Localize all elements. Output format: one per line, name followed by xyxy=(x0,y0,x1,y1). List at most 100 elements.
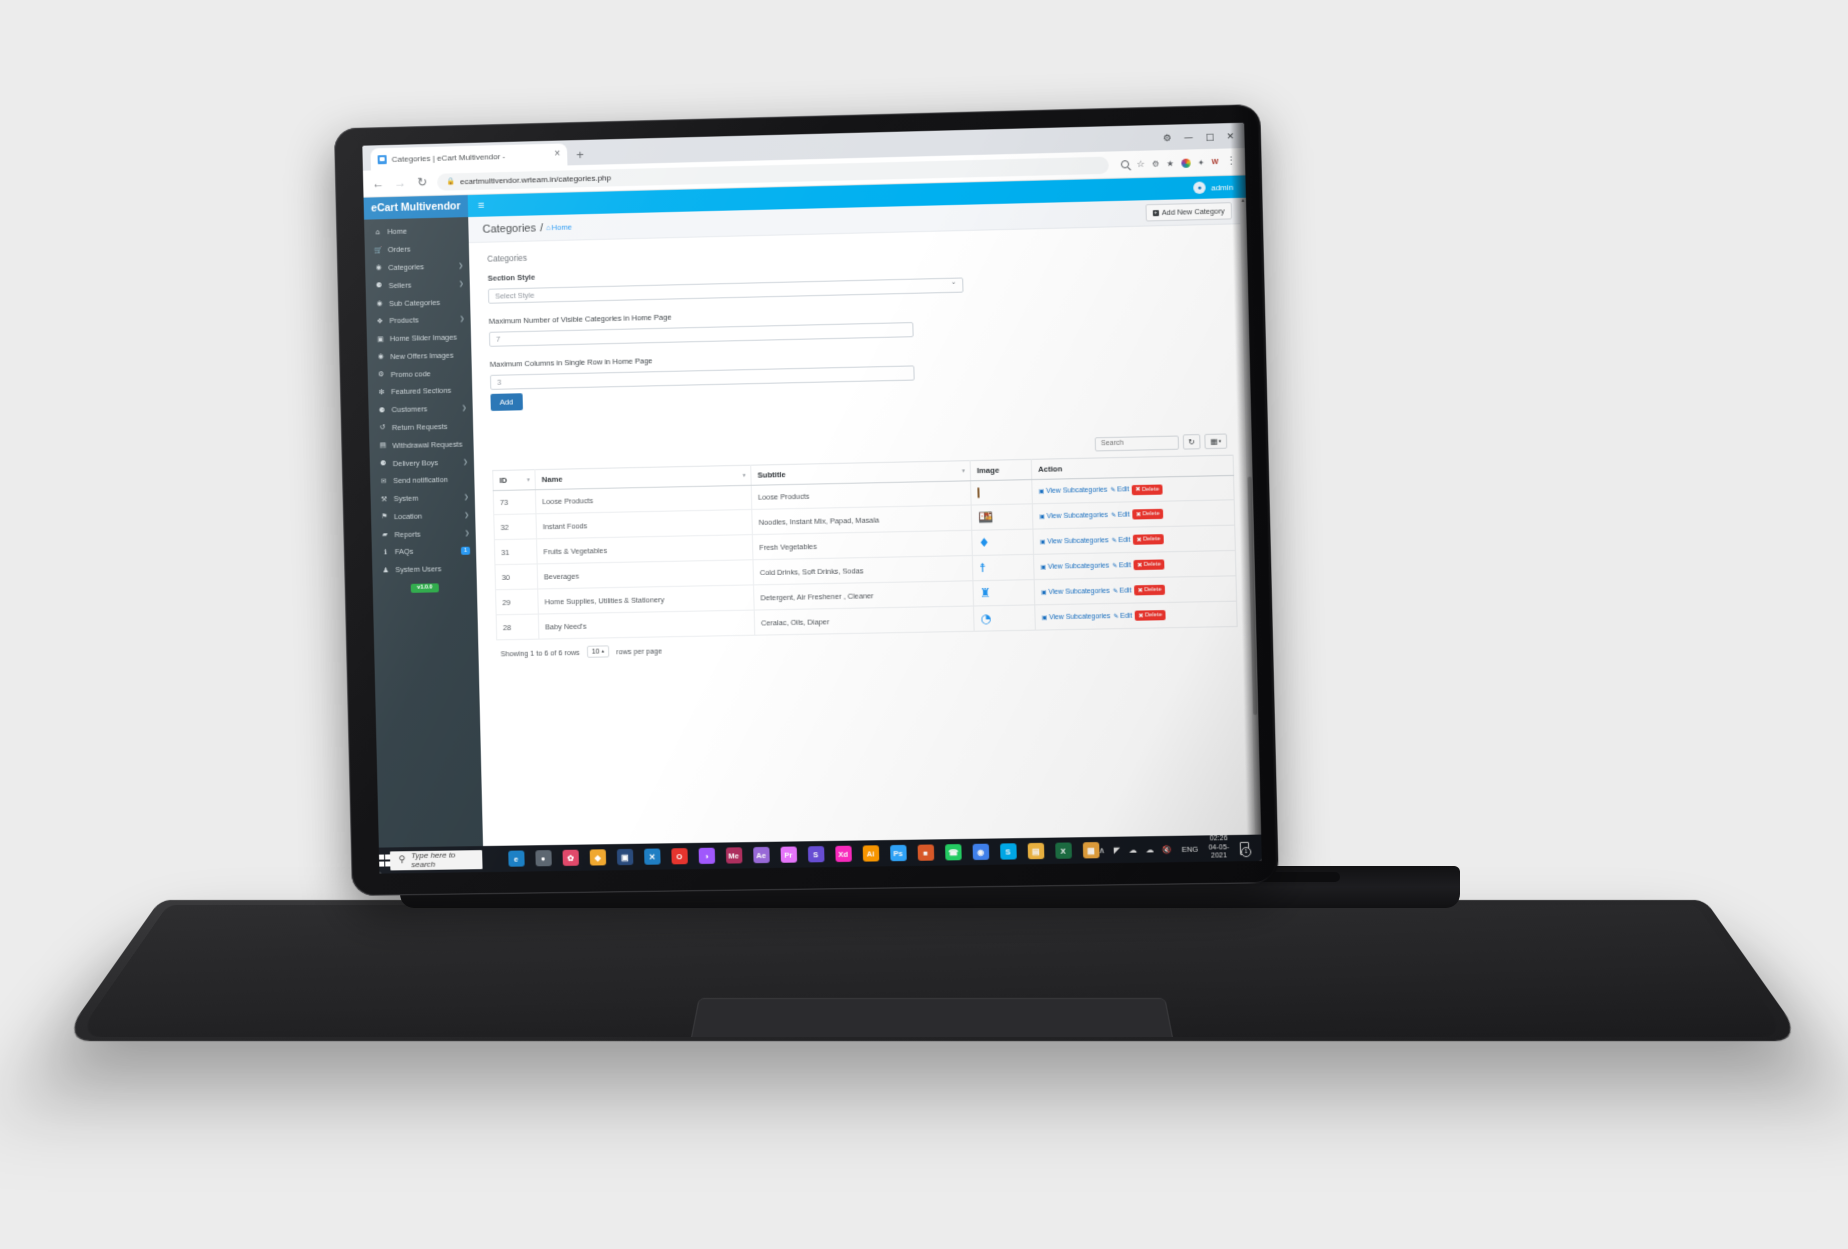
sidebar-item-system[interactable]: ⚒ System ❯ xyxy=(370,488,475,508)
view-subcategories-link[interactable]: ▣ View Subcategories xyxy=(1041,587,1110,595)
chevron-up-icon[interactable]: ∧ xyxy=(1099,846,1105,855)
profile-icon[interactable] xyxy=(1180,158,1191,168)
sidebar-item-withdrawal-requests[interactable]: ▤ Withdrawal Requests xyxy=(369,435,474,455)
delete-button[interactable]: ✖ Delete xyxy=(1133,559,1165,571)
delete-button[interactable]: ✖ Delete xyxy=(1132,508,1163,520)
sidebar-item-new-offers-images[interactable]: ◉ New Offers Images xyxy=(367,346,472,366)
app-brand[interactable]: eCart Multivendor xyxy=(363,195,469,220)
volume-icon[interactable]: 🔇 xyxy=(1163,845,1173,854)
taskbar-app-illustrator[interactable]: Ai xyxy=(862,845,879,862)
cloud-icon[interactable]: ☁ xyxy=(1146,845,1154,854)
taskbar-app-steam[interactable]: ● xyxy=(534,850,552,867)
taskbar-search[interactable]: ⚲ Type here to search xyxy=(390,849,483,870)
bookmark-star-icon[interactable]: ☆ xyxy=(1136,159,1145,169)
sidebar-item-faqs[interactable]: ℹ FAQs 1 xyxy=(372,542,477,562)
taskbar-app-toolbox[interactable]: ■ xyxy=(917,844,934,861)
menu-kebab-icon[interactable]: ⋮ xyxy=(1225,155,1237,167)
taskbar-app-explorer[interactable]: ▤ xyxy=(1027,842,1044,860)
edit-link[interactable]: ✎ Edit xyxy=(1113,587,1132,594)
sidebar-item-delivery-boys[interactable]: ⚈ Delivery Boys ❯ xyxy=(370,453,475,473)
sidebar-item-label: New Offers Images xyxy=(390,350,454,361)
table-header-label: Action xyxy=(1038,464,1063,474)
max-columns-input[interactable] xyxy=(489,365,915,390)
settings-icon[interactable]: ⚙ xyxy=(1163,134,1172,144)
start-button[interactable] xyxy=(379,854,391,867)
taskbar-app-chrome[interactable]: ◉ xyxy=(972,843,989,861)
edit-link[interactable]: ✎ Edit xyxy=(1111,511,1130,518)
taskbar-app-figma[interactable]: ◑ xyxy=(698,847,715,865)
search-input[interactable] xyxy=(1094,435,1180,451)
add-new-category-button[interactable]: + Add New Category xyxy=(1145,202,1233,222)
taskbar-app-paint[interactable]: ✿ xyxy=(562,849,579,866)
sidebar-item-reports[interactable]: ▰ Reports ❯ xyxy=(371,524,476,544)
taskbar-app-after-effects[interactable]: Ae xyxy=(752,846,770,864)
minimize-button[interactable]: — xyxy=(1184,133,1193,143)
taskbar-clock[interactable]: 02:26 04-05-2021 xyxy=(1207,835,1230,861)
table-header-id[interactable]: ID ▾ xyxy=(492,469,536,491)
edit-link[interactable]: ✎ Edit xyxy=(1111,536,1130,543)
table-header-action[interactable]: Action xyxy=(1031,455,1234,480)
taskbar-app-mendeley[interactable]: Me xyxy=(725,847,743,864)
back-icon[interactable]: ← xyxy=(371,176,385,190)
taskbar-app-premiere[interactable]: Pr xyxy=(780,846,797,863)
onedrive-icon[interactable]: ☁ xyxy=(1129,845,1137,854)
edit-link[interactable]: ✎ Edit xyxy=(1113,612,1132,619)
taskbar-app-whatsapp[interactable]: ☎ xyxy=(944,844,962,861)
taskbar-app-notes[interactable]: ◆ xyxy=(589,849,606,866)
view-subcategories-link[interactable]: ▣ View Subcategories xyxy=(1040,562,1109,570)
view-subcategories-link[interactable]: ▣ View Subcategories xyxy=(1042,613,1111,621)
taskbar-app-vscode[interactable]: ✕ xyxy=(643,848,661,865)
app-icon[interactable]: W xyxy=(1211,158,1218,165)
section-style-select[interactable]: Select Style xyxy=(487,277,964,304)
close-window-button[interactable]: ✕ xyxy=(1226,132,1234,142)
reload-icon[interactable]: ↻ xyxy=(415,175,429,189)
forward-icon[interactable]: → xyxy=(393,176,407,190)
taskbar-app-skype-blue[interactable]: S xyxy=(807,846,825,863)
taskbar-app-edge[interactable]: e xyxy=(507,850,525,867)
puzzle-icon[interactable]: ✦ xyxy=(1197,158,1204,167)
topbar-user[interactable]: ● admin xyxy=(1193,180,1245,194)
sidebar-item-featured-sections[interactable]: ❇ Featured Sections xyxy=(368,381,473,401)
language-indicator[interactable]: ENG xyxy=(1181,844,1198,853)
taskbar-app-opera[interactable]: O xyxy=(670,848,688,865)
extension-icon[interactable]: ⚙ xyxy=(1152,159,1160,168)
sidebar-item-return-requests[interactable]: ↺ Return Requests xyxy=(369,417,474,437)
close-icon[interactable]: × xyxy=(554,149,560,160)
row-actions: ▣ View Subcategories ✎ Edit ✖ Delete xyxy=(1040,533,1229,547)
maximize-button[interactable]: □ xyxy=(1205,133,1214,143)
breadcrumb-home[interactable]: Home xyxy=(552,223,572,233)
sidebar-item-promo-code[interactable]: ⚙ Promo code xyxy=(368,364,473,384)
view-subcategories-link[interactable]: ▣ View Subcategories xyxy=(1040,537,1109,545)
sidebar-item-system-users[interactable]: ♟ System Users xyxy=(372,559,477,579)
menu-toggle-icon[interactable]: ≡ xyxy=(478,200,485,212)
delete-button[interactable]: ✖ Delete xyxy=(1132,483,1163,495)
rows-per-page-select[interactable]: 10 ▴ xyxy=(586,645,610,658)
sidebar-item-customers[interactable]: ⚈ Customers ❯ xyxy=(368,399,473,419)
delete-button[interactable]: ✖ Delete xyxy=(1134,584,1165,596)
table-header-image[interactable]: Image xyxy=(970,459,1032,481)
sidebar-item-location[interactable]: ⚑ Location ❯ xyxy=(371,506,476,526)
edit-link[interactable]: ✎ Edit xyxy=(1112,562,1131,569)
add-button[interactable]: Add xyxy=(490,393,523,411)
refresh-icon[interactable]: ↻ xyxy=(1182,434,1201,450)
taskbar-app-photoshop[interactable]: Ps xyxy=(889,844,907,862)
sidebar-item-send-notification[interactable]: ✉ Send notification xyxy=(370,470,475,490)
search-icon[interactable] xyxy=(1121,160,1130,169)
delete-button[interactable]: ✖ Delete xyxy=(1133,534,1164,545)
max-visible-input[interactable] xyxy=(488,322,914,347)
taskbar-app-excel[interactable]: X xyxy=(1054,842,1072,859)
columns-toggle-button[interactable]: ▦ ▾ xyxy=(1204,433,1228,450)
delete-button[interactable]: ✖ Delete xyxy=(1135,610,1166,621)
shield-icon[interactable]: ★ xyxy=(1166,158,1174,167)
taskbar-app-skype[interactable]: S xyxy=(999,843,1017,860)
view-subcategories-link[interactable]: ▣ View Subcategories xyxy=(1039,511,1108,519)
new-tab-button[interactable]: + xyxy=(576,147,584,162)
view-subcategories-link[interactable]: ▣ View Subcategories xyxy=(1039,487,1108,495)
taskbar-app-xd[interactable]: Xd xyxy=(834,845,852,863)
network-icon[interactable]: ◤ xyxy=(1114,845,1120,854)
edit-link[interactable]: ✎ Edit xyxy=(1110,486,1129,493)
notifications-icon[interactable] xyxy=(1239,841,1250,855)
taskbar-app-camera[interactable]: ▣ xyxy=(616,848,633,866)
scroll-up-icon[interactable]: ▲ xyxy=(1240,198,1246,205)
taskbar-app-store[interactable]: ▦ xyxy=(1082,842,1100,859)
